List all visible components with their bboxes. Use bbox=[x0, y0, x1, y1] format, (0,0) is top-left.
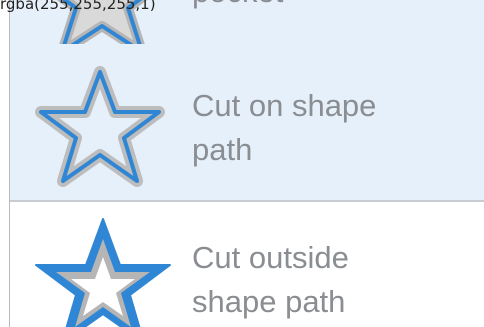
cut-option-outside-shape-path[interactable]: Cut outside shape path bbox=[10, 201, 484, 327]
cut-option-label: Cut on shape path bbox=[192, 88, 377, 167]
option-separator bbox=[10, 200, 484, 202]
star-outside-icon bbox=[35, 218, 171, 327]
cut-type-option-list: rgba(255,255,255,1) pocket Cut on shape … bbox=[0, 0, 484, 327]
panel-left-border bbox=[9, 0, 10, 327]
cut-option-label: pocket bbox=[192, 0, 283, 14]
cut-option-label: Cut outside shape path bbox=[192, 240, 349, 319]
debug-color-text: rgba(255,255,255,1) bbox=[0, 0, 156, 12]
star-on-path-icon bbox=[35, 66, 165, 187]
cut-option-on-shape-path[interactable]: Cut on shape path bbox=[10, 44, 484, 201]
